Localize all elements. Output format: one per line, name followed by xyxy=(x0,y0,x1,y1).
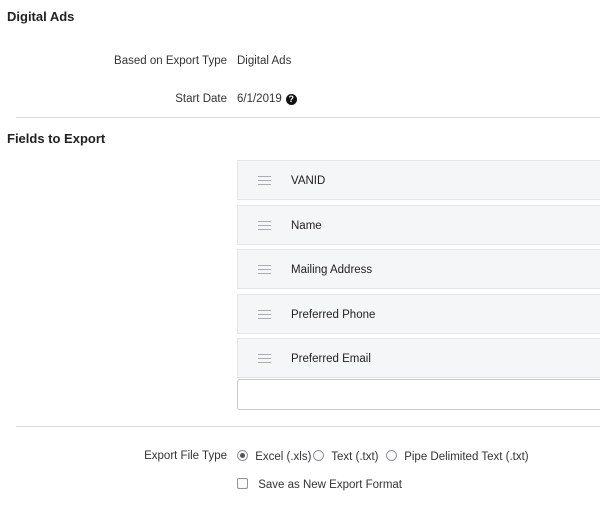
field-row-name[interactable]: Name xyxy=(237,205,600,245)
radio-text-label[interactable]: Text (.txt) xyxy=(331,451,378,463)
add-field-input[interactable] xyxy=(237,379,600,410)
field-row-mailing-address[interactable]: Mailing Address xyxy=(237,249,600,289)
save-as-new-checkbox[interactable] xyxy=(237,478,248,489)
field-row-preferred-phone[interactable]: Preferred Phone xyxy=(237,294,600,334)
page-title: Digital Ads xyxy=(7,9,75,24)
save-as-new-row[interactable]: Save as New Export Format xyxy=(237,478,402,491)
drag-handle-icon[interactable] xyxy=(258,354,271,366)
radio-excel-label[interactable]: Excel (.xls) xyxy=(255,451,311,463)
field-row-vanid[interactable]: VANID xyxy=(237,160,600,200)
radio-text[interactable] xyxy=(313,450,324,461)
start-date-value: 6/1/2019 xyxy=(237,93,282,105)
field-label: Name xyxy=(291,220,322,232)
radio-excel[interactable] xyxy=(237,450,248,461)
radio-pipe-label[interactable]: Pipe Delimited Text (.txt) xyxy=(404,451,528,463)
drag-handle-icon[interactable] xyxy=(258,265,271,277)
file-type-option-text[interactable]: Text (.txt) xyxy=(313,450,378,463)
start-date-label: Start Date xyxy=(175,93,227,105)
save-as-new-label[interactable]: Save as New Export Format xyxy=(258,479,402,491)
drag-handle-icon[interactable] xyxy=(258,221,271,233)
section-divider xyxy=(16,117,600,118)
export-file-type-label: Export File Type xyxy=(144,450,227,462)
field-label: VANID xyxy=(291,175,326,187)
fields-to-export-title: Fields to Export xyxy=(7,131,106,146)
section-divider xyxy=(16,426,600,427)
field-label: Preferred Phone xyxy=(291,309,376,321)
export-type-value: Digital Ads xyxy=(237,55,292,67)
radio-pipe[interactable] xyxy=(386,450,397,461)
question-circle-icon[interactable]: ? xyxy=(285,94,297,105)
field-label: Mailing Address xyxy=(291,264,373,276)
drag-handle-icon[interactable] xyxy=(258,176,271,188)
start-date-row: 6/1/2019? xyxy=(237,93,297,105)
file-type-option-excel[interactable]: Excel (.xls) xyxy=(237,450,311,463)
export-type-label: Based on Export Type xyxy=(114,55,227,67)
field-label: Preferred Email xyxy=(291,353,371,365)
drag-handle-icon[interactable] xyxy=(258,310,271,322)
field-row-preferred-email[interactable]: Preferred Email xyxy=(237,338,600,378)
file-type-option-pipe[interactable]: Pipe Delimited Text (.txt) xyxy=(386,450,529,463)
